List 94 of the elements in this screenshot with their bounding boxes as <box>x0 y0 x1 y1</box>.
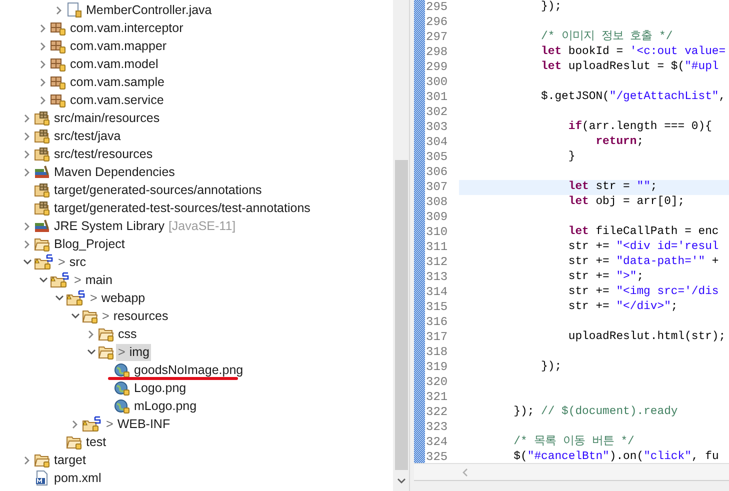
package-icon <box>50 56 66 72</box>
horizontal-scrollbar[interactable] <box>414 463 729 480</box>
code-line: }); // $(document).ready <box>512 405 678 420</box>
source-folder-icon <box>34 128 50 144</box>
code-line: str += "<div id='resul <box>567 240 719 255</box>
package-icon <box>50 92 66 108</box>
version-label: [JavaSE-11] <box>168 218 236 235</box>
chevron-right-icon[interactable] <box>88 330 94 338</box>
package-icon <box>50 20 66 36</box>
code-line: let str = ""; <box>567 180 658 195</box>
change-marker: > <box>118 344 126 361</box>
folder-icon <box>98 326 114 342</box>
chevron-right-icon[interactable] <box>24 150 30 158</box>
chevron-right-icon[interactable] <box>24 456 30 464</box>
code-line: uploadReslut.html(str); <box>567 330 726 345</box>
code-line: str += ">"; <box>567 270 644 285</box>
source-folder-icon <box>34 200 50 216</box>
library-books-icon <box>34 218 50 234</box>
change-marker: > <box>74 272 82 289</box>
code-line: let uploadReslut = $("#upl <box>540 60 719 75</box>
chevron-right-icon[interactable] <box>40 42 46 50</box>
code-line: let bookId = '<c:out value= <box>540 45 726 60</box>
chevron-down-icon[interactable] <box>396 478 406 484</box>
globe-file-icon <box>114 380 130 396</box>
globe-file-icon <box>114 362 130 378</box>
code-line: if(arr.length === 0){ <box>567 120 712 135</box>
source-folder-icon <box>34 182 50 198</box>
item-label: webapp <box>101 290 146 307</box>
web-folder-icon <box>50 272 70 288</box>
source-folder-icon <box>34 146 50 162</box>
code-line: }); <box>540 0 562 15</box>
code-line: }); <box>540 360 562 375</box>
code-line: let fileCallPath = enc <box>567 225 719 240</box>
item-label: img <box>129 344 150 361</box>
folder-icon <box>82 308 98 324</box>
chevron-right-icon[interactable] <box>40 24 46 32</box>
line-number: 307 <box>425 180 459 195</box>
code-line: str += "data-path='" + <box>567 255 719 270</box>
tree-item[interactable]: > img <box>116 344 152 360</box>
code-line: str += "<img src='/dis <box>567 285 719 300</box>
folder-icon <box>34 236 50 252</box>
tree-item[interactable]: > main <box>72 272 114 288</box>
code-line: /* 목록 이동 버튼 */ <box>512 435 634 450</box>
folder-icon <box>34 452 50 468</box>
tree-item[interactable]: > resources <box>100 308 170 324</box>
web-folder-icon <box>34 254 54 270</box>
source-folder-icon <box>34 110 50 126</box>
item-label: WEB-INF <box>117 416 170 433</box>
chevron-down-icon[interactable] <box>22 259 32 265</box>
package-icon <box>50 74 66 90</box>
chevron-right-icon[interactable] <box>24 114 30 122</box>
chevron-down-icon[interactable] <box>70 313 80 319</box>
chevron-down-icon[interactable] <box>86 349 96 355</box>
change-marker: > <box>102 308 110 325</box>
tree-item[interactable]: > webapp <box>88 290 148 306</box>
change-marker: > <box>106 416 114 433</box>
item-label: src <box>69 254 86 271</box>
code-line: /* 이미지 정보 호출 */ <box>540 30 673 45</box>
maven-file-icon <box>34 470 50 486</box>
chevron-right-icon[interactable] <box>24 222 30 230</box>
chevron-right-icon[interactable] <box>40 78 46 86</box>
tree-item[interactable]: > WEB-INF <box>104 416 172 432</box>
chevron-down-icon[interactable] <box>54 295 64 301</box>
chevron-right-icon[interactable] <box>40 96 46 104</box>
chevron-right-icon[interactable] <box>24 168 30 176</box>
tree-item[interactable]: > src <box>56 254 88 270</box>
scrollbar[interactable] <box>393 0 410 491</box>
chevron-right-icon[interactable] <box>24 240 30 248</box>
code-line: $.getJSON("/getAttachList", <box>540 90 726 105</box>
library-books-icon <box>34 164 50 180</box>
folder-icon <box>98 344 114 360</box>
item-label: main <box>85 272 112 289</box>
package-icon <box>50 38 66 54</box>
code-line: } <box>567 150 576 165</box>
chevron-right-icon[interactable] <box>72 420 78 428</box>
web-folder-icon <box>66 290 86 306</box>
chevron-right-icon[interactable] <box>56 6 62 14</box>
folder-icon <box>66 434 82 450</box>
change-marker: > <box>90 290 98 307</box>
item-label: JRE System Library <box>54 218 164 235</box>
code-line: return; <box>594 135 644 150</box>
globe-file-icon <box>114 398 130 414</box>
chevron-down-icon[interactable] <box>38 277 48 283</box>
chevron-right-icon[interactable] <box>40 60 46 68</box>
web-folder-icon <box>82 416 102 432</box>
code-line: $("#cancelBtn").on("click", fu <box>512 450 719 463</box>
chevron-right-icon[interactable] <box>24 132 30 140</box>
change-marker: > <box>58 254 66 271</box>
scrollbar-thumb[interactable] <box>394 160 408 470</box>
chevron-left-icon[interactable] <box>462 468 468 476</box>
tree-item[interactable]: JRE System Library [JavaSE-11] <box>52 218 238 234</box>
item-label: resources <box>113 308 168 325</box>
code-line: let obj = arr[0]; <box>567 195 685 210</box>
code-line: str += "</div>"; <box>567 300 678 315</box>
